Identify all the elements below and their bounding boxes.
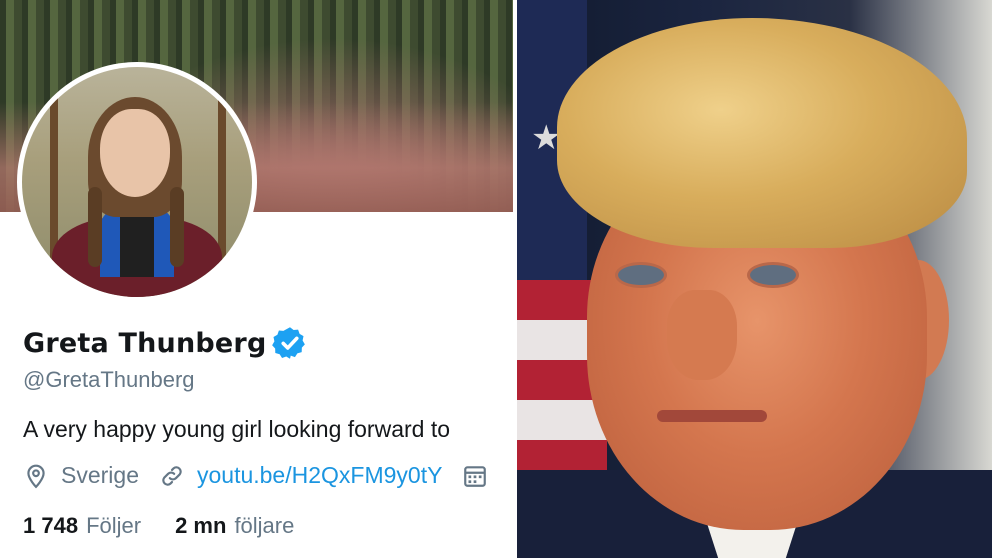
link-icon xyxy=(162,465,182,486)
followers-label[interactable]: följare xyxy=(234,513,294,539)
avatar-photo xyxy=(22,67,252,297)
profile-avatar[interactable] xyxy=(17,62,257,302)
profile-handle: @GretaThunberg xyxy=(23,367,195,392)
following-count[interactable]: 1 748 xyxy=(23,513,78,539)
right-eye xyxy=(747,262,799,288)
hair xyxy=(557,18,967,248)
profile-location: Sverige xyxy=(61,462,139,488)
profile-website-link[interactable]: youtu.be/H2QxFM9y0tY xyxy=(197,462,442,489)
profile-meta-row: Sverige youtu.be/H2QxFM9y0tY xyxy=(23,462,500,489)
location-pin-icon xyxy=(27,464,45,488)
following-label[interactable]: Följer xyxy=(86,513,141,539)
calendar-icon xyxy=(464,465,487,487)
left-eye xyxy=(615,262,667,288)
profile-bio: A very happy young girl looking forward … xyxy=(23,416,451,442)
verified-badge-icon xyxy=(272,327,306,359)
nose xyxy=(667,290,737,380)
mouth xyxy=(657,410,767,422)
profile-name-row: Greta Thunberg xyxy=(23,325,308,361)
profile-stats: 1 748 Följer 2 mn följare xyxy=(23,513,294,539)
twitter-profile-panel: Greta Thunberg @GretaThunberg A very hap… xyxy=(0,0,513,558)
portrait-photo: ★ xyxy=(517,0,992,558)
followers-count[interactable]: 2 mn xyxy=(175,513,226,539)
profile-name: Greta Thunberg xyxy=(23,327,267,359)
